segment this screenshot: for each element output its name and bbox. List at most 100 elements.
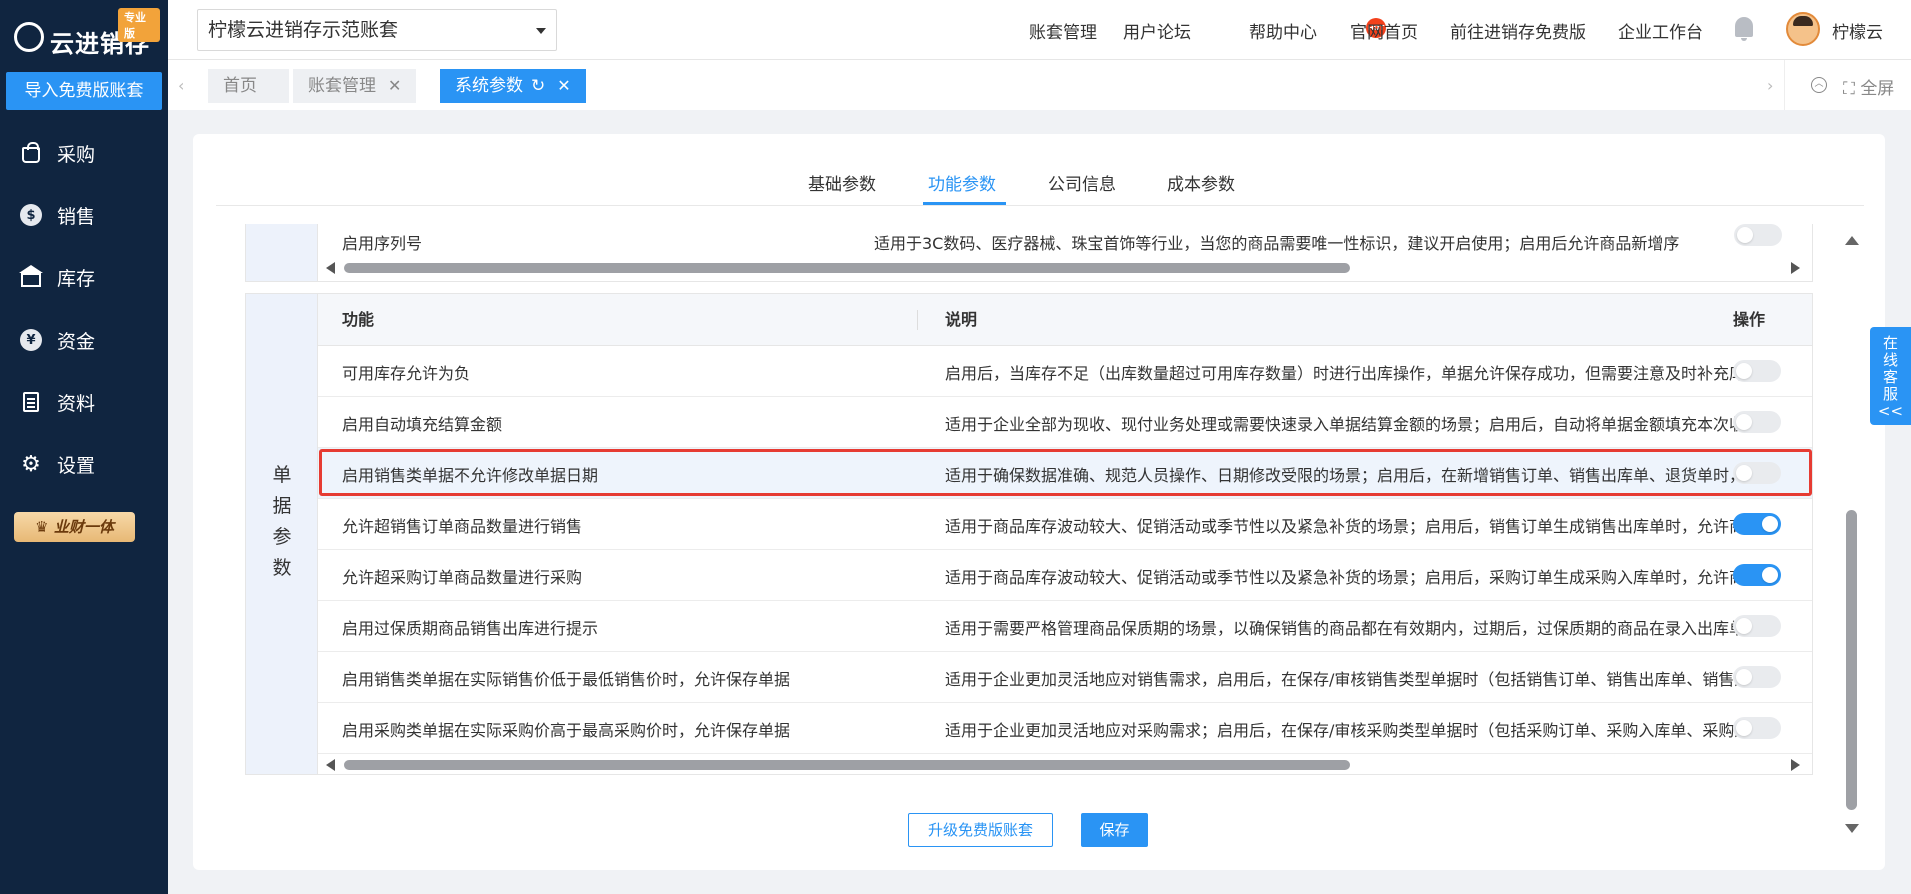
feature-label: 启用销售类单据在实际销售价低于最低销售价时，允许保存单据 bbox=[342, 670, 791, 689]
toggle-over-sales-order[interactable] bbox=[1733, 513, 1781, 535]
sidebar: 云进销存 专业版 导入免费版账套 采购 $ 销售 库存 ¥ 资金 资料 ⚙ 设置… bbox=[0, 0, 168, 894]
tab-basic-params[interactable]: 基础参数 bbox=[808, 170, 876, 195]
toggle-serial-number[interactable] bbox=[1734, 224, 1782, 246]
scroll-left-arrow-icon[interactable] bbox=[326, 759, 335, 771]
header-feature: 功能 bbox=[342, 310, 375, 329]
feature-label: 启用自动填充结算金额 bbox=[342, 415, 503, 434]
highlight-annotation bbox=[319, 449, 1812, 496]
vip-finance-button[interactable]: ♛ 业财一体 bbox=[14, 512, 135, 542]
toggle-expired-goods-prompt[interactable] bbox=[1733, 615, 1781, 637]
link-help-center[interactable]: 帮助中心 bbox=[1249, 18, 1317, 43]
tab-account-management[interactable]: 账套管理 ✕ bbox=[293, 69, 417, 103]
table-category-cell bbox=[246, 224, 318, 281]
column-divider bbox=[917, 310, 918, 330]
collapse-up-icon[interactable]: ︿ bbox=[1811, 77, 1827, 93]
feature-description: 适用于商品库存波动较大、促销活动或季节性以及紧急补货的场景；启用后，销售订单生成… bbox=[945, 517, 1746, 536]
feature-label: 允许超销售订单商品数量进行销售 bbox=[342, 517, 583, 536]
cs-collapse-icon: << bbox=[1877, 402, 1904, 420]
header-action: 操作 bbox=[1733, 310, 1766, 329]
notification-bell-icon[interactable] bbox=[1735, 17, 1753, 41]
scroll-right-arrow-icon[interactable] bbox=[1791, 262, 1800, 274]
sidebar-item-data[interactable]: 资料 bbox=[0, 377, 168, 427]
fullscreen-label: 全屏 bbox=[1860, 79, 1895, 99]
scroll-down-arrow-icon[interactable] bbox=[1845, 824, 1859, 833]
scrollbar-thumb[interactable] bbox=[1846, 510, 1857, 810]
feature-description: 适用于企业更加灵活地应对采购需求；启用后，在保存/审核采购类型单据时（包括采购订… bbox=[945, 721, 1751, 740]
params-card: 基础参数 功能参数 公司信息 成本参数 启用序列号 适用于3C数码、医疗器械、珠… bbox=[193, 134, 1885, 870]
tab-company-info[interactable]: 公司信息 bbox=[1048, 170, 1116, 195]
table-row: 启用自动填充结算金额 适用于企业全部为现收、现付业务处理或需要快速录入单据结算金… bbox=[318, 397, 1812, 448]
upgrade-free-account-button[interactable]: 升级免费版账套 bbox=[908, 813, 1053, 847]
scroll-left-arrow-icon[interactable] bbox=[326, 262, 335, 274]
tab-system-params[interactable]: 系统参数 ↻ ✕ bbox=[440, 69, 586, 103]
caret-down-icon bbox=[536, 28, 546, 34]
save-button[interactable]: 保存 bbox=[1081, 813, 1148, 847]
serial-params-table: 启用序列号 适用于3C数码、医疗器械、珠宝首饰等行业，当您的商品需要唯一性标识，… bbox=[245, 224, 1813, 282]
fullscreen-button[interactable]: ⛶ 全屏 bbox=[1843, 74, 1894, 99]
sidebar-item-funds[interactable]: ¥ 资金 bbox=[0, 315, 168, 365]
sidebar-item-settings[interactable]: ⚙ 设置 bbox=[0, 439, 168, 489]
account-select-value: 柠檬云进销存示范账套 bbox=[208, 19, 399, 41]
link-enterprise-workbench[interactable]: 企业工作台 bbox=[1618, 18, 1703, 43]
sidebar-item-inventory[interactable]: 库存 bbox=[0, 252, 168, 302]
tab-label: 账套管理 bbox=[308, 76, 376, 96]
tab-home[interactable]: 首页 bbox=[208, 69, 289, 103]
category-label: 单 据 参 数 bbox=[270, 460, 294, 584]
sidebar-item-sales[interactable]: $ 销售 bbox=[0, 190, 168, 240]
link-account-management[interactable]: 账套管理 bbox=[1029, 18, 1097, 43]
toggle-over-purchase-order[interactable] bbox=[1733, 564, 1781, 586]
close-icon[interactable]: ✕ bbox=[557, 76, 570, 95]
document-icon bbox=[20, 391, 42, 413]
tabs-scroll-left-icon[interactable]: ‹ bbox=[178, 76, 184, 95]
toggle-above-max-purchase-price[interactable] bbox=[1733, 717, 1781, 739]
scrollbar-thumb[interactable] bbox=[344, 263, 1350, 273]
feature-description: 启用后，当库存不足（出库数量超过可用库存数量）时进行出库操作，单据允许保存成功，… bbox=[945, 364, 1746, 383]
vertical-scrollbar[interactable] bbox=[1840, 232, 1864, 842]
feature-description: 适用于3C数码、医疗器械、珠宝首饰等行业，当您的商品需要唯一性标识，建议开启使用… bbox=[874, 234, 1680, 253]
table-row: 启用销售类单据在实际销售价低于最低销售价时，允许保存单据 适用于企业更加灵活地应… bbox=[318, 652, 1812, 703]
account-select[interactable]: 柠檬云进销存示范账套 bbox=[197, 9, 557, 51]
category-char: 参 bbox=[272, 526, 292, 548]
sidebar-item-purchase[interactable]: 采购 bbox=[0, 128, 168, 178]
scrollbar-thumb[interactable] bbox=[344, 760, 1350, 770]
horizontal-scrollbar[interactable] bbox=[318, 258, 1812, 276]
tabs-scroll-right-icon[interactable]: › bbox=[1767, 76, 1773, 95]
vip-finance-label: 业财一体 bbox=[53, 518, 114, 536]
toggle-negative-stock[interactable] bbox=[1733, 360, 1781, 382]
sidebar-item-label: 采购 bbox=[57, 143, 96, 166]
feature-description: 适用于商品库存波动较大、促销活动或季节性以及紧急补货的场景；启用后，采购订单生成… bbox=[945, 568, 1746, 587]
refresh-icon[interactable]: ↻ bbox=[531, 76, 545, 96]
header-description: 说明 bbox=[945, 310, 978, 329]
sidebar-item-label: 设置 bbox=[57, 454, 96, 477]
avatar[interactable] bbox=[1786, 12, 1820, 46]
username[interactable]: 柠檬云 bbox=[1832, 18, 1883, 43]
app-logo[interactable]: 云进销存 专业版 bbox=[10, 8, 160, 58]
category-char: 数 bbox=[272, 557, 292, 579]
close-icon[interactable]: ✕ bbox=[388, 76, 401, 95]
sidebar-item-label: 资金 bbox=[57, 330, 96, 353]
table-row: 可用库存允许为负 启用后，当库存不足（出库数量超过可用库存数量）时进行出库操作，… bbox=[318, 346, 1812, 397]
cs-label-char: 客 bbox=[1882, 368, 1898, 386]
toggle-below-min-sales-price[interactable] bbox=[1733, 666, 1781, 688]
import-free-account-button[interactable]: 导入免费版账套 bbox=[6, 72, 162, 110]
feature-label: 可用库存允许为负 bbox=[342, 364, 471, 383]
yen-coin-icon: ¥ bbox=[20, 329, 42, 351]
table-row: 允许超销售订单商品数量进行销售 适用于商品库存波动较大、促销活动或季节性以及紧急… bbox=[318, 499, 1812, 550]
link-official-site[interactable]: 官网首页 bbox=[1350, 18, 1418, 43]
gear-icon: ⚙ bbox=[21, 451, 41, 477]
scroll-right-arrow-icon[interactable] bbox=[1791, 759, 1800, 771]
param-tabs: 基础参数 功能参数 公司信息 成本参数 bbox=[193, 134, 1885, 206]
toggle-auto-fill-amount[interactable] bbox=[1733, 411, 1781, 433]
link-free-edition[interactable]: 前往进销存免费版 bbox=[1450, 18, 1586, 43]
tab-cost-params[interactable]: 成本参数 bbox=[1167, 170, 1235, 195]
tab-bar: ‹ 首页 账套管理 ✕ 系统参数 ↻ ✕ › ︿ ⛶ 全屏 bbox=[168, 60, 1911, 110]
feature-description: 适用于企业全部为现收、现付业务处理或需要快速录入单据结算金额的场景；启用后，自动… bbox=[945, 415, 1746, 434]
sidebar-item-label: 库存 bbox=[57, 267, 96, 290]
scroll-up-arrow-icon[interactable] bbox=[1845, 236, 1859, 245]
shopping-bag-icon bbox=[20, 142, 42, 164]
link-user-forum[interactable]: 用户论坛 bbox=[1123, 18, 1191, 43]
online-customer-service[interactable]: 在 线 客 服 << bbox=[1870, 327, 1911, 425]
table-category-cell: 单 据 参 数 bbox=[246, 294, 318, 774]
horizontal-scrollbar[interactable] bbox=[318, 755, 1812, 773]
tab-function-params[interactable]: 功能参数 bbox=[928, 170, 996, 195]
